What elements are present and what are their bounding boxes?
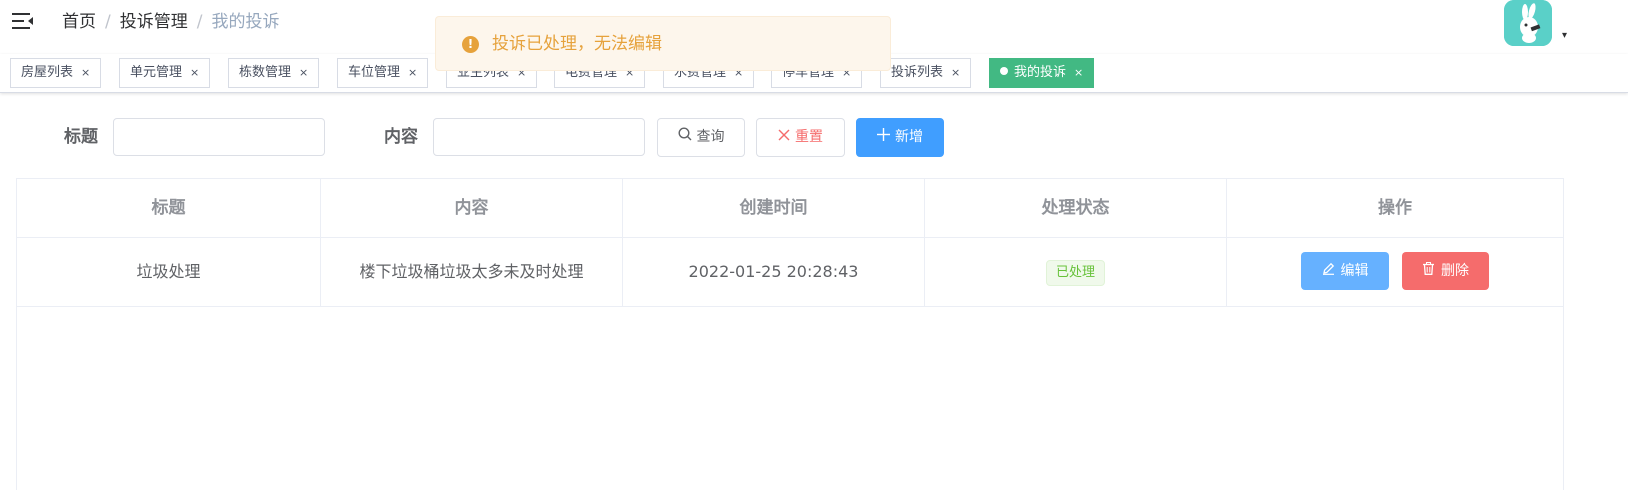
- complaints-table: 标题 内容 创建时间 处理状态 操作 垃圾处理 楼下垃圾桶垃圾太多未及时处理 2…: [16, 178, 1564, 490]
- title-label: 标题: [64, 127, 98, 147]
- cell-actions: 编辑 删除: [1227, 238, 1563, 306]
- caret-down-icon[interactable]: ▾: [1562, 30, 1567, 41]
- tag-label: 投诉列表: [891, 65, 944, 80]
- tag-building-management[interactable]: 栋数管理 ×: [228, 58, 320, 88]
- delete-button-label: 删除: [1441, 263, 1469, 279]
- warning-message: ! 投诉已处理，无法编辑: [435, 16, 891, 71]
- cell-status: 已处理: [925, 238, 1227, 306]
- query-button-label: 查询: [696, 129, 725, 145]
- avatar[interactable]: [1504, 0, 1552, 46]
- title-input[interactable]: [113, 118, 325, 156]
- close-icon[interactable]: ×: [190, 66, 199, 79]
- table-header: 标题 内容 创建时间 处理状态 操作: [17, 179, 1563, 238]
- content-input[interactable]: [433, 118, 645, 156]
- tag-label: 我的投诉: [1014, 65, 1067, 80]
- breadcrumb: 首页 / 投诉管理 / 我的投诉: [62, 11, 279, 33]
- tag-label: 车位管理: [348, 65, 401, 80]
- tag-label: 栋数管理: [239, 65, 292, 80]
- column-header-actions: 操作: [1378, 198, 1412, 218]
- column-header-created-time: 创建时间: [623, 179, 925, 237]
- hamburger-menu-icon[interactable]: [12, 12, 34, 30]
- status-badge: 已处理: [1045, 259, 1105, 286]
- reset-button-label: 重置: [795, 129, 823, 145]
- close-icon[interactable]: ×: [408, 66, 417, 79]
- breadcrumb-my-complaints: 我的投诉: [211, 12, 280, 32]
- tag-parking-space-management[interactable]: 车位管理 ×: [337, 58, 429, 88]
- column-header-content: 内容: [321, 179, 623, 237]
- column-header-title: 标题: [17, 179, 321, 237]
- tag-label: 单元管理: [130, 65, 183, 80]
- tag-house-list[interactable]: 房屋列表 ×: [10, 58, 102, 88]
- plus-icon: [877, 119, 890, 156]
- query-button[interactable]: 查询: [657, 118, 745, 157]
- cell-created-time: 2022-01-25 20:28:43: [623, 238, 925, 306]
- warning-icon: !: [462, 36, 479, 53]
- warning-message-text: 投诉已处理，无法编辑: [492, 34, 662, 54]
- tag-label: 房屋列表: [21, 65, 74, 80]
- active-dot-icon: [1000, 67, 1008, 75]
- tag-complaint-list[interactable]: 投诉列表 ×: [880, 58, 972, 88]
- breadcrumb-separator: /: [105, 12, 111, 32]
- tag-my-complaints[interactable]: 我的投诉 ×: [989, 58, 1095, 88]
- column-header-status: 处理状态: [925, 179, 1227, 237]
- reset-button[interactable]: 重置: [756, 118, 845, 157]
- add-button[interactable]: 新增: [856, 118, 944, 157]
- close-icon[interactable]: ×: [951, 66, 960, 79]
- breadcrumb-complaint-management[interactable]: 投诉管理: [120, 12, 188, 32]
- edit-button-label: 编辑: [1340, 263, 1369, 279]
- cell-title: 垃圾处理: [17, 238, 321, 306]
- close-icon: [778, 119, 790, 156]
- delete-button[interactable]: 删除: [1402, 252, 1489, 290]
- add-button-label: 新增: [895, 129, 923, 145]
- table-row: 垃圾处理 楼下垃圾桶垃圾太多未及时处理 2022-01-25 20:28:43 …: [17, 238, 1563, 307]
- cell-content: 楼下垃圾桶垃圾太多未及时处理: [321, 238, 623, 306]
- edit-icon: [1322, 252, 1335, 290]
- breadcrumb-separator: /: [196, 12, 203, 32]
- content-label: 内容: [384, 127, 418, 147]
- breadcrumb-home[interactable]: 首页: [62, 12, 96, 32]
- tag-unit-management[interactable]: 单元管理 ×: [119, 58, 211, 88]
- trash-icon: [1422, 252, 1435, 290]
- close-icon[interactable]: ×: [1074, 66, 1083, 79]
- edit-button[interactable]: 编辑: [1301, 252, 1389, 290]
- search-icon: [677, 119, 692, 156]
- close-icon[interactable]: ×: [81, 66, 90, 79]
- close-icon[interactable]: ×: [299, 66, 308, 79]
